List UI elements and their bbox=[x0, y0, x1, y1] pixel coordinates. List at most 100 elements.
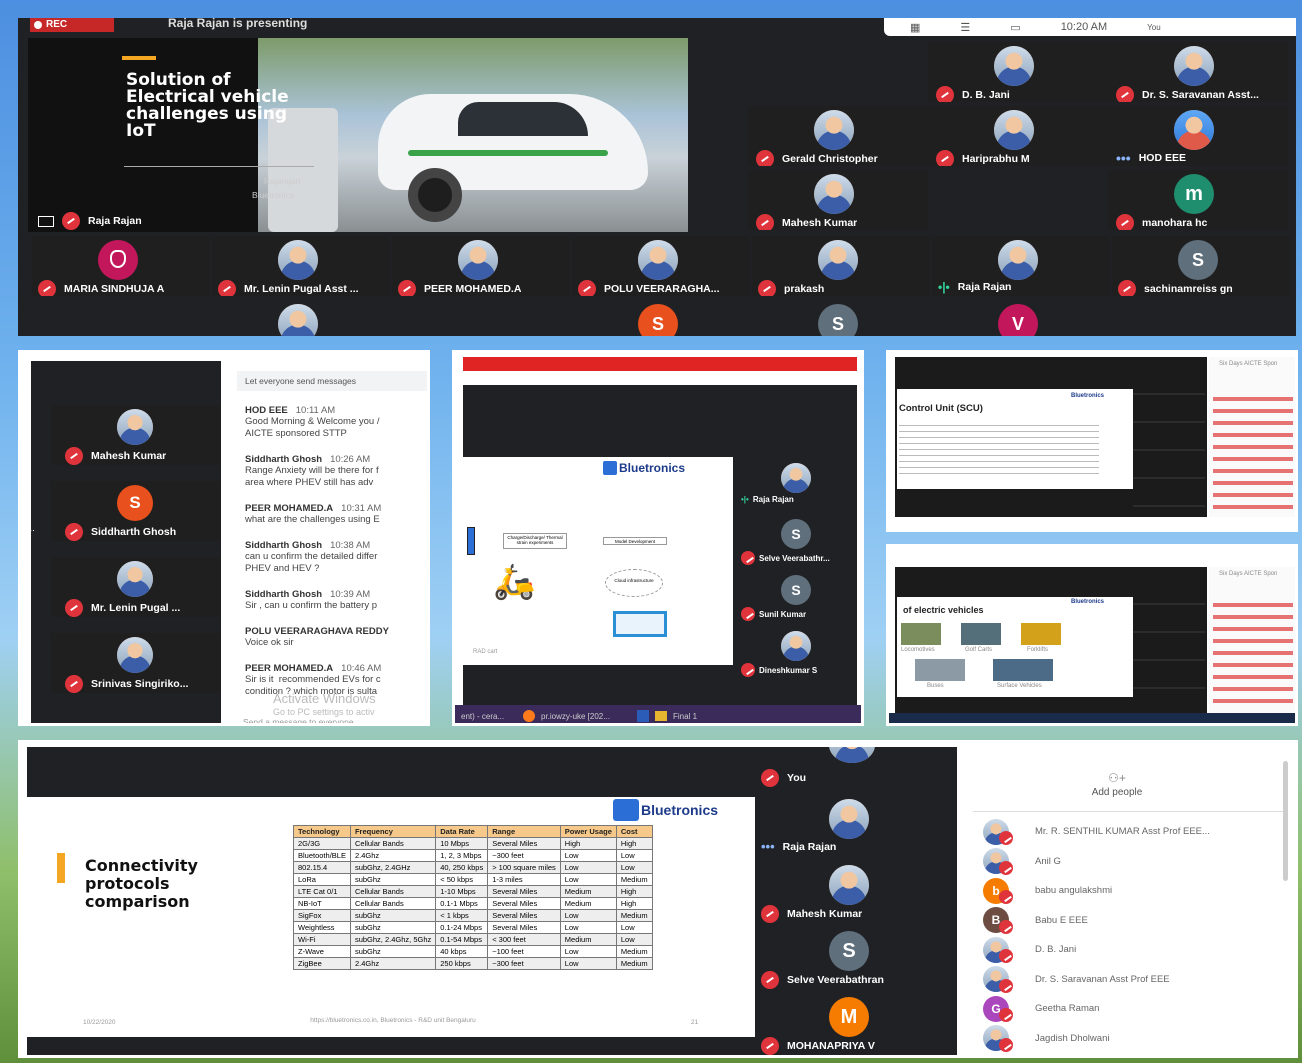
participant-tile-gerald[interactable]: Gerald Christopher bbox=[748, 106, 928, 166]
participant-tile-mahesh[interactable]: Mahesh Kumar bbox=[51, 405, 221, 465]
scrollbar[interactable] bbox=[1283, 761, 1288, 881]
participant-tile-manohara[interactable]: m manohara hc bbox=[1108, 170, 1288, 230]
participant-tile-prakash[interactable]: prakash bbox=[752, 236, 930, 296]
participant-tile-lenin[interactable]: Mr. Lenin Pugal Asst ... bbox=[212, 236, 390, 296]
avatar-partial bbox=[278, 304, 318, 336]
participant-name: sachinamreiss gn bbox=[1144, 283, 1233, 295]
table-cell: 1-3 miles bbox=[487, 873, 561, 886]
participant-tile-raja[interactable]: •|• Raja Rajan bbox=[932, 236, 1110, 296]
participant-tile-db-jani[interactable]: D. B. Jani bbox=[928, 42, 1108, 102]
table-cell: Cellular Bands bbox=[349, 885, 437, 898]
table-cell: Medium bbox=[559, 897, 617, 910]
add-people-button[interactable]: ⚇+ Add people bbox=[1067, 771, 1167, 798]
chat-pane: Let everyone send messages HOD EEE 10:11 … bbox=[233, 361, 427, 723]
avatar-letter: S bbox=[818, 304, 858, 336]
avatar bbox=[1174, 110, 1214, 150]
chat-input[interactable]: Send a message to everyone bbox=[243, 717, 354, 723]
vehicle-photo bbox=[993, 659, 1053, 681]
chat-icon[interactable]: ▭ bbox=[1010, 21, 1020, 34]
people-list-item[interactable]: Mr. R. SENTHIL KUMAR Asst Prof EEE... bbox=[983, 817, 1283, 847]
taskbar-item[interactable]: Final 1 bbox=[673, 712, 697, 721]
table-row: Wi-Fi subGhz, 2.4Ghz, 5Ghz 0.1-54 Mbps < 30… bbox=[293, 933, 653, 946]
mic-muted-icon bbox=[756, 214, 774, 230]
participant-tile-sachin[interactable]: S sachinamreiss gn bbox=[1112, 236, 1290, 296]
table-cell: Low bbox=[615, 861, 653, 874]
participant-name: You bbox=[787, 772, 807, 784]
mic-muted-icon bbox=[761, 1037, 779, 1055]
comparison-slide: Bluetronics Connectivity protocols compa… bbox=[27, 797, 755, 1037]
table-cell: subGhz, 2.4GHz bbox=[349, 861, 437, 874]
people-list-item[interactable]: G Geetha Raman bbox=[983, 994, 1283, 1024]
word-icon[interactable] bbox=[637, 710, 649, 722]
participant-name: Mr. Lenin Pugal Asst ... bbox=[244, 283, 359, 295]
participant-tile-selve[interactable]: S Selve Veerabathran bbox=[755, 929, 957, 991]
chat-message: Siddharth Ghosh 10:26 AM Range Anxiety wil… bbox=[245, 454, 379, 488]
participant-tile-mahesh[interactable]: Mahesh Kumar bbox=[755, 863, 957, 925]
participant-tile-you[interactable]: You bbox=[755, 747, 957, 791]
table-cell: ~300 feet bbox=[487, 957, 561, 970]
participant-tile-mohanapriya[interactable]: M MOHANAPRIYA V bbox=[755, 995, 957, 1055]
people-list-item[interactable]: b babu angulakshmi bbox=[983, 876, 1283, 906]
folder-icon[interactable] bbox=[655, 711, 667, 721]
people-list-item[interactable]: Anil G bbox=[983, 847, 1283, 877]
participant-tile-srinivas[interactable]: Srinivas Singiriko... bbox=[51, 633, 221, 693]
box-model: Model Development bbox=[603, 537, 667, 545]
slide-author: Rajarajan bbox=[264, 176, 301, 186]
participant-name: Selve Veerabathran bbox=[787, 974, 884, 986]
participant-tile-hod-eee[interactable]: ••• HOD EEE bbox=[1108, 106, 1288, 166]
vehicle-photo bbox=[915, 659, 965, 681]
avatar bbox=[278, 240, 318, 280]
table-header-row: Technology Frequency Data Rate Range Power U… bbox=[293, 825, 653, 838]
chat-message: HOD EEE 10:11 AM Good Morning & Welcome yo… bbox=[245, 405, 380, 439]
taskbar-item[interactable]: pr.iowzy-uke [202... bbox=[541, 712, 631, 721]
table-cell: Low bbox=[559, 909, 617, 922]
chat-message-list: HOD EEE 10:11 AM Good Morning & Welcome yo… bbox=[245, 405, 427, 712]
firefox-icon[interactable] bbox=[523, 710, 535, 722]
participant-name: Gerald Christopher bbox=[782, 153, 878, 165]
table-cell: 2.4Ghz bbox=[349, 849, 437, 862]
people-list-item[interactable]: Dr. S. Saravanan Asst Prof EEE bbox=[983, 965, 1283, 995]
participant-tile-dinesh[interactable]: Dineshkumar S bbox=[737, 629, 857, 681]
slide-vehicles: Bluetronics of electric vehicles Locomot… bbox=[897, 597, 1133, 697]
participant-name: Raja Rajan bbox=[752, 495, 794, 504]
mic-muted-icon bbox=[741, 663, 755, 677]
table-cell: 10 Mbps bbox=[435, 837, 489, 850]
table-cell: subGhz bbox=[349, 945, 437, 958]
participant-tile-peer[interactable]: PEER MOHAMED.A bbox=[392, 236, 570, 296]
caption: Forklifts bbox=[1027, 647, 1048, 653]
participant-tile-maria[interactable]: MARIA SINDHUJA A bbox=[32, 236, 210, 296]
people-list-item[interactable]: Jagdish Dholwani bbox=[983, 1024, 1283, 1054]
people-list-item[interactable]: B Babu E EEE bbox=[983, 906, 1283, 936]
avatar bbox=[781, 631, 811, 661]
participant-tile-selve[interactable]: S Selve Veerabathr... bbox=[737, 517, 857, 569]
participant-tile-raja[interactable]: ••• Raja Rajan bbox=[755, 797, 957, 859]
avatar bbox=[818, 240, 858, 280]
avatar bbox=[814, 174, 854, 214]
people-list-item[interactable]: D. B. Jani bbox=[983, 935, 1283, 965]
participant-tile-raja[interactable]: •|• Raja Rajan bbox=[737, 461, 857, 513]
activate-windows-sub: Go to PC settings to activ bbox=[273, 707, 375, 717]
participant-tile-polu[interactable]: POLU VEERARAGHA... bbox=[572, 236, 750, 296]
taskbar-item[interactable]: ent) - cera... bbox=[461, 712, 517, 721]
participant-tile-siddharth[interactable]: S Siddharth Ghosh bbox=[51, 481, 221, 541]
brand-logo: Bluetronics bbox=[1071, 393, 1105, 399]
participant-name: PEER MOHAMED.A bbox=[424, 283, 522, 295]
participant-tile-mahesh[interactable]: Mahesh Kumar bbox=[748, 170, 928, 230]
chat-message: PEER MOHAMED.A 10:31 AM what are the chall… bbox=[245, 503, 382, 525]
comparison-table: Technology Frequency Data Rate Range Power U… bbox=[293, 825, 653, 970]
mic-muted-icon bbox=[1116, 86, 1134, 102]
people-icon[interactable]: ☰ bbox=[960, 21, 970, 34]
participant-tile-hariprabhu[interactable]: Hariprabhu M bbox=[928, 106, 1108, 166]
participant-tile-lenin[interactable]: Mr. Lenin Pugal ... bbox=[51, 557, 221, 617]
table-header-cell: Technology bbox=[293, 825, 351, 838]
participant-tile-sunil[interactable]: S Sunil Kumar bbox=[737, 573, 857, 625]
table-row: Bluetooth/BLE 2.4Ghz 1, 2, 3 Mbps ~300 feet… bbox=[293, 849, 653, 862]
participant-tile-saravanan[interactable]: Dr. S. Saravanan Asst... bbox=[1108, 42, 1288, 102]
grid-view-icon[interactable]: ▦ bbox=[910, 21, 920, 34]
table-row: 2G/3G Cellular Bands 10 Mbps Several Miles H… bbox=[293, 837, 653, 850]
slide-footer: https://bluetronics.co.in, Bluetronics -… bbox=[310, 1017, 476, 1024]
person-name: Jagdish Dholwani bbox=[1035, 1032, 1110, 1044]
participant-name: Dr. S. Saravanan Asst... bbox=[1142, 89, 1259, 101]
top-meeting-window: REC Raja Rajan is presenting ▦ ☰ ▭ 10:20… bbox=[18, 18, 1296, 336]
avatar-letter: S bbox=[638, 304, 678, 336]
